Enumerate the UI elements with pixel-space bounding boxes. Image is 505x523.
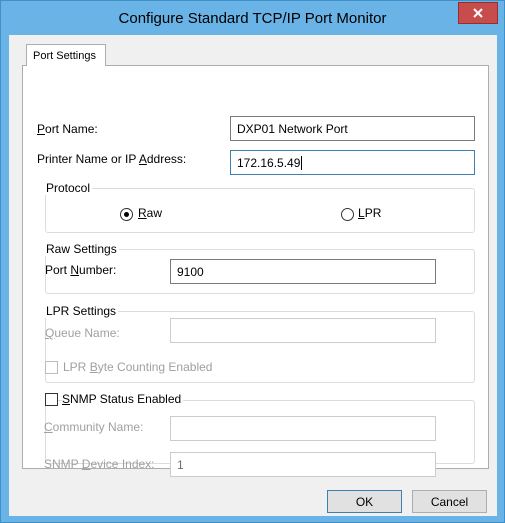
close-icon [473,8,483,18]
printer-address-label: Printer Name or IP Address: [37,152,186,166]
label-text: Port [45,263,71,277]
window-title: Configure Standard TCP/IP Port Monitor [118,10,387,27]
label-mnemonic: P [37,122,46,136]
lpr-byte-counting-checkbox[interactable] [45,361,58,374]
label-text: ueue Name: [54,326,120,340]
label-text: PR [364,206,382,220]
printer-address-value: 172.16.5.49 [237,156,301,170]
raw-radio-label[interactable]: Raw [138,206,162,220]
label-text: ddress: [146,152,187,166]
lpr-byte-counting-label: LPR Byte Counting Enabled [63,360,212,374]
snmp-device-index-label: SNMP Device Index: [44,457,155,471]
dialog-client-area: Port Settings Port Name: DXP01 Network P… [9,35,497,516]
protocol-legend: Protocol [44,181,93,195]
tab-port-settings[interactable]: Port Settings [26,44,106,66]
label-text: NMP Status Enabled [70,392,182,406]
label-mnemonic: S [62,392,71,406]
close-button[interactable] [458,2,498,24]
snmp-device-index-input[interactable]: 1 [170,452,436,477]
label-mnemonic: C [44,420,53,434]
lpr-radio[interactable] [341,208,354,221]
label-text: LPR [63,360,90,374]
community-name-input[interactable] [170,416,436,441]
label-text: SNMP [44,457,82,471]
snmp-status-checkbox[interactable] [45,393,58,406]
lpr-settings-legend: LPR Settings [44,304,119,318]
community-name-label: Community Name: [44,420,143,434]
port-name-input[interactable]: DXP01 Network Port [230,116,475,141]
title-bar[interactable]: Configure Standard TCP/IP Port Monitor [1,1,504,35]
label-mnemonic: B [89,360,98,374]
label-mnemonic: L [358,206,365,220]
label-text: yte Counting Enabled [97,360,213,374]
snmp-status-label[interactable]: SNMP Status Enabled [62,392,184,406]
port-settings-panel: Port Name: DXP01 Network Port Printer Na… [22,65,489,477]
ok-button[interactable]: OK [327,490,402,513]
label-mnemonic: N [70,263,80,277]
label-text: aw [146,206,163,220]
label-text: umber: [79,263,117,277]
raw-settings-legend: Raw Settings [44,242,119,256]
port-number-input[interactable]: 9100 [170,259,436,284]
label-text: Printer Name or IP [37,152,139,166]
printer-address-input[interactable]: 172.16.5.49 [230,150,475,175]
queue-name-input[interactable] [170,318,436,343]
label-text: ort Name: [45,122,98,136]
label-mnemonic: R [138,206,147,220]
label-text: evice Index: [90,457,155,471]
port-name-label: Port Name: [37,122,98,136]
text-caret [301,156,303,170]
cancel-button[interactable]: Cancel [412,490,487,513]
lpr-radio-label[interactable]: LPR [358,206,381,220]
label-mnemonic: A [138,152,147,166]
dialog-window: Configure Standard TCP/IP Port Monitor P… [0,0,505,523]
raw-radio[interactable] [120,208,133,221]
protocol-group: Protocol Raw LPR [44,181,475,233]
port-number-label: Port Number: [45,263,116,277]
label-text: ommunity Name: [52,420,144,434]
queue-name-label: Queue Name: [45,326,120,340]
label-mnemonic: Q [45,326,55,340]
